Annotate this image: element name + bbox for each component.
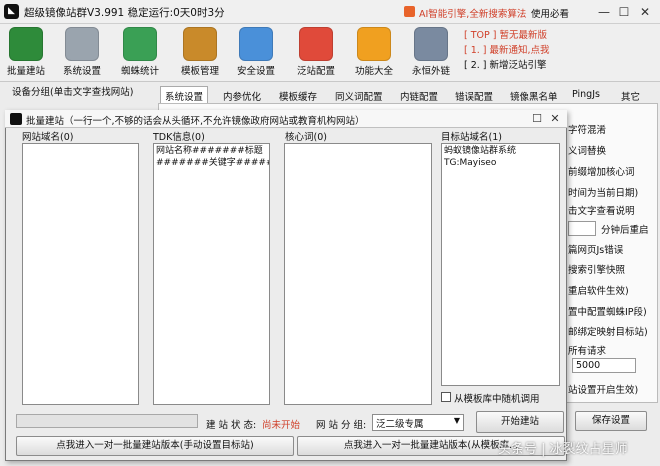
- setting-snapshot[interactable]: 搜索引擎快照: [568, 262, 625, 276]
- toolbar-system-settings-button[interactable]: 系统设置: [56, 26, 108, 80]
- dialog-logo-icon: [10, 113, 22, 125]
- dialog-maximize-button[interactable]: ☐: [529, 111, 545, 127]
- setting-js-errors[interactable]: 篇网页Js错误: [568, 242, 623, 256]
- tab-mirror-blacklist[interactable]: 镜像黑名单: [505, 86, 563, 103]
- window-title: 超级镜像站群V3.991 稳定运行:0天0时3分: [24, 7, 225, 19]
- maximize-button[interactable]: ☐: [616, 4, 632, 20]
- random-template-label[interactable]: 从模板库中随机调用: [454, 391, 540, 405]
- lifebuoy-icon: [239, 27, 273, 61]
- ai-notice-icon: [404, 6, 415, 17]
- rocket-icon: [414, 27, 448, 61]
- windows-logo-icon: [299, 27, 333, 61]
- tab-pingjs[interactable]: PingJs: [567, 86, 605, 103]
- restart-minutes-input[interactable]: [568, 221, 596, 236]
- tab-errors[interactable]: 错误配置: [450, 86, 498, 103]
- dialog-close-button[interactable]: ✕: [547, 111, 563, 127]
- app-logo-icon: ◣: [4, 4, 19, 19]
- site-group-label: 网 站 分 组:: [316, 420, 367, 431]
- news-item-2[interactable]: [ 2. ] 新增泛站引擎: [464, 58, 550, 73]
- device-group-label[interactable]: 设备分组(单击文字查找网站): [12, 84, 133, 98]
- wrench-icon: [65, 27, 99, 61]
- keyword-textarea[interactable]: [284, 143, 432, 405]
- ai-notice-link[interactable]: AI智能引擎,全新搜索算法: [419, 6, 526, 20]
- toolbar-spider-stats-button[interactable]: 蜘蛛统计: [114, 26, 166, 80]
- tdk-column-header: TDK信息(0): [153, 132, 205, 143]
- setting-synonym-replace[interactable]: 义词替换: [568, 143, 606, 157]
- close-button[interactable]: ✕: [637, 4, 653, 20]
- setting-restart-effect: 重启软件生效): [568, 286, 629, 297]
- news-item-top[interactable]: [ TOP ] 暂无最新版: [464, 28, 550, 43]
- news-list: [ TOP ] 暂无最新版 [ 1. ] 最新通知,点我 [ 2. ] 新增泛站…: [464, 28, 550, 73]
- setting-restart-minutes-label: 分钟后重启: [601, 225, 649, 236]
- tdk-textarea[interactable]: 网站名称#######标题 #######关键字#######描述: [153, 143, 270, 405]
- target-textarea[interactable]: 蚂蚁镜像站群系统 TG:Mayiseo: [441, 143, 560, 386]
- manual-target-mode-button[interactable]: 点我进入一对一批量建站版本(手动设置目标站): [16, 436, 294, 456]
- setting-prefix-keyword[interactable]: 前缀增加核心词: [568, 164, 635, 178]
- dialog-title: 批量建站（一行一个,不够的话会从头循环,不允许镜像政府网站或教育机构网站）: [26, 116, 365, 127]
- batch-build-icon: [9, 27, 43, 61]
- toolbar-backlinks-button[interactable]: 永恒外链: [405, 26, 457, 80]
- build-progress-bar: [16, 414, 198, 428]
- spider-stats-icon: [123, 27, 157, 61]
- toolbar-template-manage-button[interactable]: 模板管理: [174, 26, 226, 80]
- toolbar-features-button[interactable]: 功能大全: [348, 26, 400, 80]
- build-status-label: 建 站 状 态:: [206, 420, 257, 431]
- setting-site-enable: 站设置开启生效): [568, 385, 639, 396]
- domain-column-header: 网站域名(0): [22, 132, 74, 143]
- tab-synonyms[interactable]: 同义词配置: [330, 86, 388, 103]
- setting-spider-ip[interactable]: 置中配置蜘蛛IP段): [568, 304, 647, 318]
- watermark-text: 头条号 | 冰裂纹占星师: [498, 442, 628, 457]
- features-grid-icon: [357, 27, 391, 61]
- site-group-select[interactable]: 泛二级专属 ▼: [372, 414, 464, 431]
- requests-value-input[interactable]: 5000: [572, 358, 636, 373]
- news-item-1[interactable]: [ 1. ] 最新通知,点我: [464, 43, 550, 58]
- setting-char-confuse[interactable]: 字符混淆: [568, 122, 606, 136]
- tab-internal-links[interactable]: 内链配置: [395, 86, 443, 103]
- tab-template-cache[interactable]: 模板缓存: [274, 86, 322, 103]
- tab-other[interactable]: 其它: [616, 86, 645, 103]
- setting-click-help[interactable]: 击文字查看说明: [568, 203, 635, 217]
- setting-all-requests[interactable]: 所有请求: [568, 343, 606, 357]
- keyword-column-header: 核心词(0): [285, 132, 327, 143]
- chevron-down-icon: ▼: [453, 416, 460, 425]
- random-template-checkbox[interactable]: [441, 392, 451, 402]
- toolbar-batch-build-button[interactable]: 批量建站: [0, 26, 52, 80]
- start-build-button[interactable]: 开始建站: [476, 411, 564, 433]
- toolbar-security-button[interactable]: 安全设置: [230, 26, 282, 80]
- domain-textarea[interactable]: [22, 143, 139, 405]
- tab-system-settings[interactable]: 系统设置: [160, 86, 209, 103]
- target-column-header: 目标站域名(1): [441, 132, 502, 143]
- setting-bind-target[interactable]: 邮绑定映射目标站): [568, 324, 648, 338]
- save-settings-button[interactable]: 保存设置: [575, 411, 647, 431]
- minimize-button[interactable]: —: [596, 4, 612, 20]
- toolbar-pan-site-button[interactable]: 泛站配置: [290, 26, 342, 80]
- setting-current-date[interactable]: 时间为当前日期): [568, 185, 638, 199]
- template-icon: [183, 27, 217, 61]
- tab-params[interactable]: 内参优化: [218, 86, 266, 103]
- help-link[interactable]: 使用必看: [531, 6, 569, 20]
- build-status-value: 尚未开始: [262, 420, 301, 431]
